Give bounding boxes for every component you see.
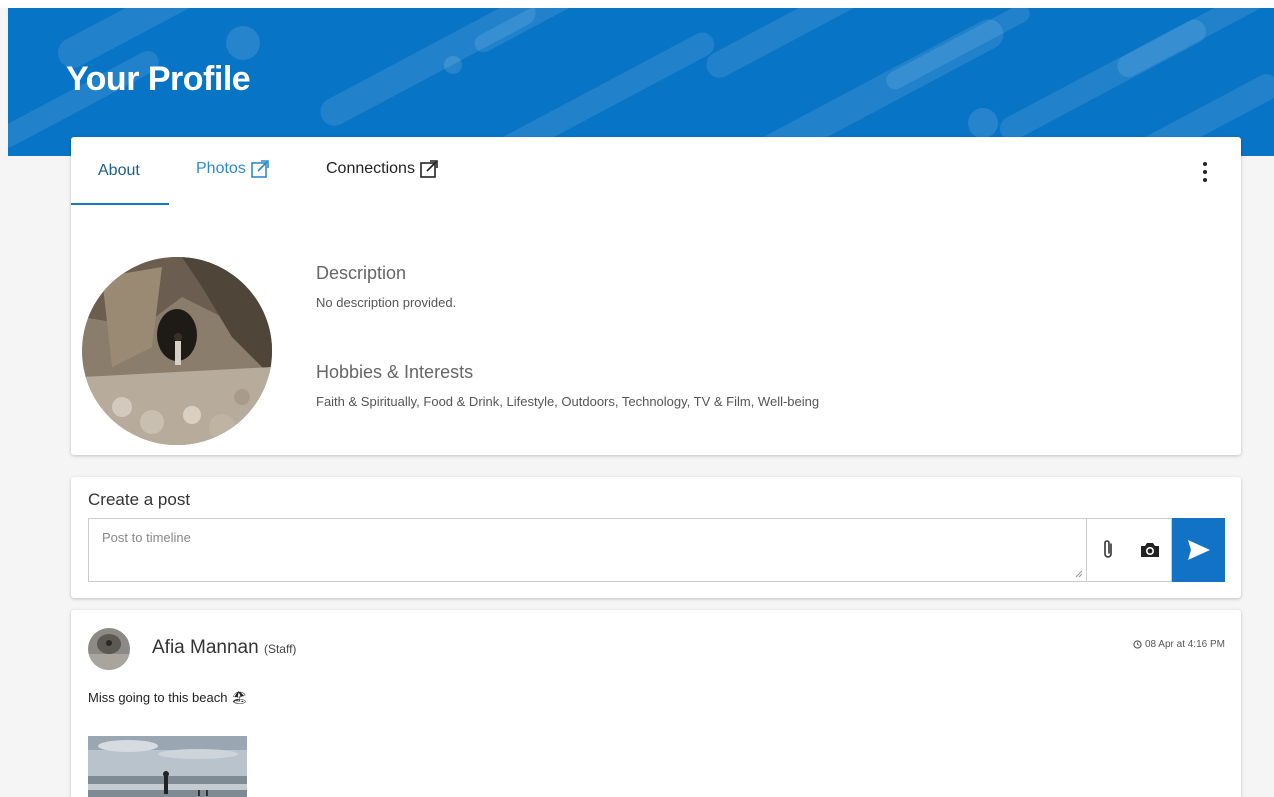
timeline-post-card: Afia Mannan (Staff) 08 Apr at 4:16 PM Mi…	[71, 610, 1241, 797]
profile-card: About Photos Connections Description No …	[71, 137, 1241, 455]
external-link-icon	[420, 160, 438, 178]
profile-avatar	[82, 257, 272, 445]
send-button[interactable]	[1172, 518, 1225, 582]
tab-about[interactable]: About	[98, 162, 140, 180]
clock-icon	[1133, 640, 1142, 649]
tab-photos-label: Photos	[196, 160, 246, 177]
post-textarea[interactable]: Post to timeline	[88, 518, 1086, 582]
description-text: No description provided.	[316, 295, 457, 310]
profile-tabs: About Photos Connections	[71, 137, 1241, 205]
camera-button[interactable]	[1128, 518, 1172, 582]
external-link-icon	[251, 160, 269, 178]
create-post-card: Create a post Post to timeline	[71, 477, 1241, 598]
paperclip-icon	[1103, 540, 1112, 558]
profile-banner: Your Profile	[8, 8, 1274, 156]
description-title: Description	[316, 263, 407, 283]
hobbies-title: Hobbies & Interests	[316, 362, 474, 382]
post-timestamp: 08 Apr at 4:16 PM	[1133, 639, 1225, 650]
camera-icon	[1140, 543, 1159, 557]
attach-file-button[interactable]	[1086, 518, 1129, 582]
post-body: Miss going to this beach 🏖	[88, 690, 248, 705]
post-author[interactable]: Afia Mannan (Staff)	[152, 637, 296, 659]
tab-about-label: About	[98, 162, 140, 179]
tab-connections[interactable]: Connections	[326, 159, 439, 179]
author-role: (Staff)	[263, 642, 297, 656]
tab-connections-label: Connections	[326, 160, 415, 177]
author-name: Afia Mannan	[152, 637, 259, 658]
more-options-icon[interactable]	[1197, 162, 1213, 182]
timestamp-text: 08 Apr at 4:16 PM	[1144, 639, 1225, 650]
author-avatar[interactable]	[88, 628, 130, 670]
active-tab-indicator	[71, 203, 169, 205]
send-icon	[1187, 540, 1210, 560]
create-post-heading: Create a post	[88, 490, 191, 509]
top-strip	[0, 0, 1274, 8]
page-title: Your Profile	[66, 60, 251, 98]
resize-grip-icon[interactable]	[1075, 570, 1083, 578]
post-image[interactable]	[88, 736, 247, 797]
hobbies-text: Faith & Spiritually, Food & Drink, Lifes…	[316, 394, 820, 409]
tab-photos[interactable]: Photos	[196, 159, 270, 179]
post-placeholder: Post to timeline	[102, 530, 191, 545]
